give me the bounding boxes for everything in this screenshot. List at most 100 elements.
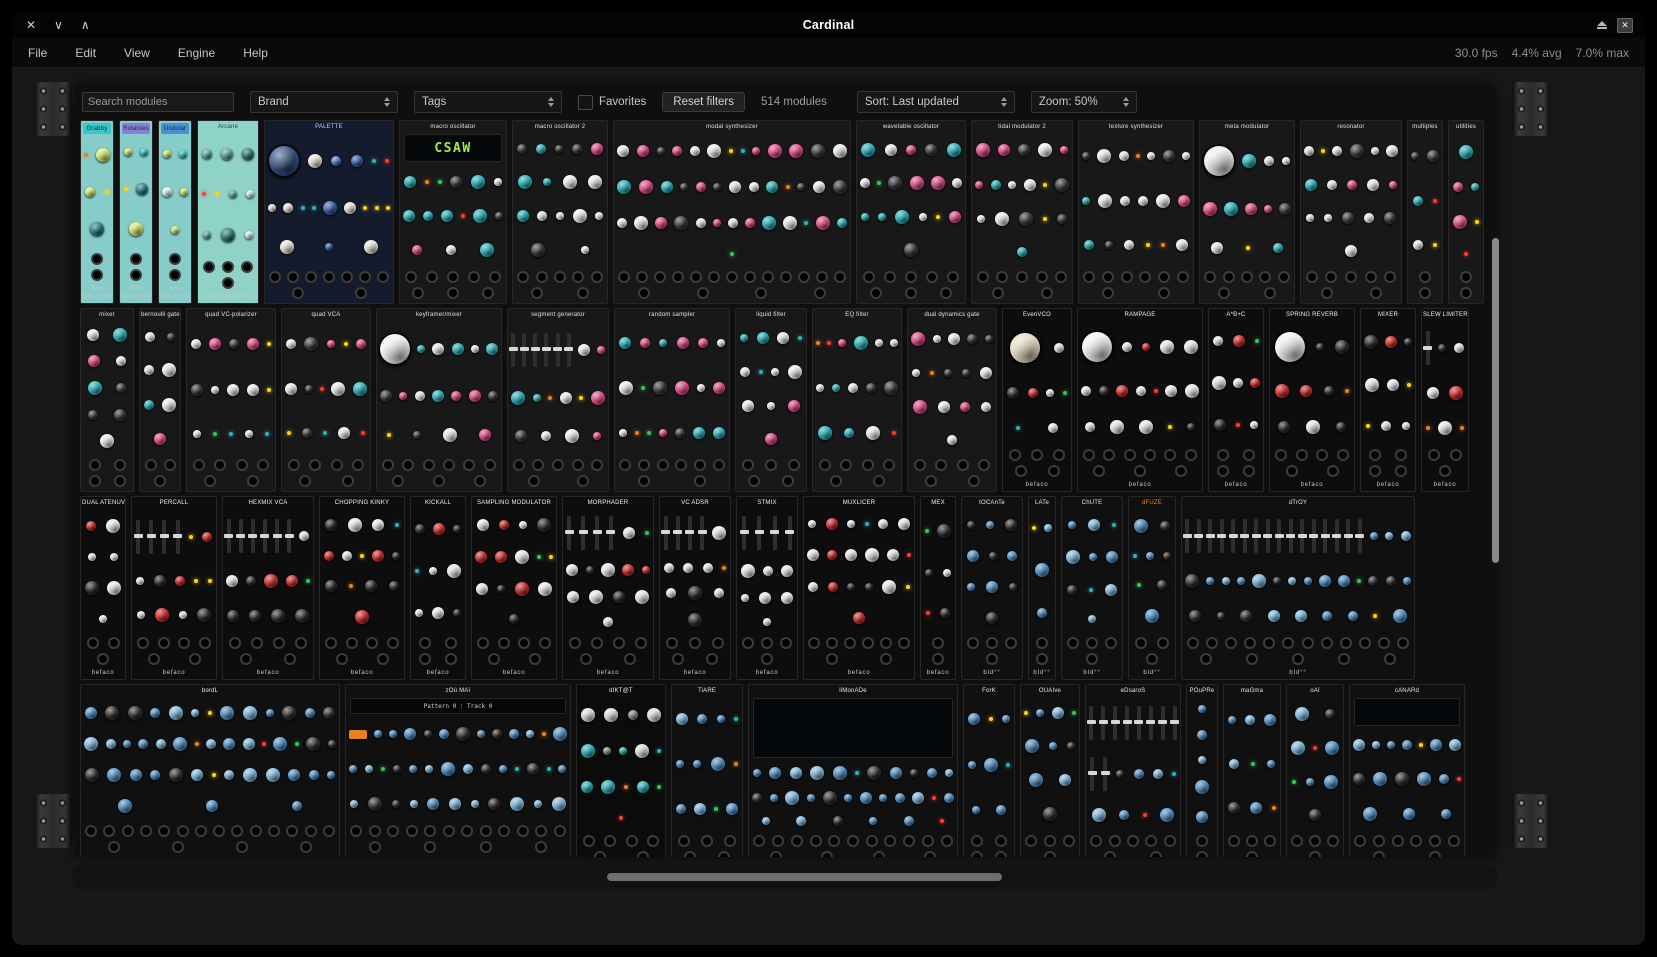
module-arcane[interactable]: ArcaneAria Salvatrice [197,120,259,304]
eject-icon[interactable] [1597,21,1607,29]
module-utilities[interactable]: utilities [1448,120,1484,304]
led [1373,614,1377,618]
module-bordl[interactable]: bordLbId°° [80,684,340,857]
port [638,475,650,487]
module-canard[interactable]: cANARd [1349,684,1465,857]
module-liquid-filter[interactable]: liquid filter [735,308,807,492]
module-rampage[interactable]: RAMPAGEbefaco [1077,308,1203,492]
knob [879,794,887,802]
module-macro-oscillator-2[interactable]: macro oscillator 2 [512,120,608,304]
module-dfuze[interactable]: dFUZEbId°° [1128,496,1176,680]
knob [790,767,802,779]
port [1200,653,1212,665]
collapse-icon[interactable]: ∨ [54,19,63,31]
module-late[interactable]: LATebId°° [1028,496,1056,680]
knob [534,800,542,808]
on-off-button[interactable] [349,730,367,739]
updown-arrows-icon [548,97,554,107]
module-quad-vca[interactable]: quad VCA [281,308,371,492]
module-a-b-c[interactable]: A*B+Cbefaco [1208,308,1264,492]
module-rotatoes[interactable]: RotatoesAria Salvatrice [119,120,153,304]
module-tocante[interactable]: tOCAnTebId°° [961,496,1023,680]
close-icon[interactable]: ✕ [26,19,36,31]
knob [698,338,708,348]
module-stmix[interactable]: STMIXbefaco [736,496,798,680]
menu-help[interactable]: Help [243,46,268,60]
module-keyframer-mixer[interactable]: keyframer/mixer [376,308,502,492]
port [423,459,435,471]
module-mex[interactable]: MEXbefaco [920,496,956,680]
module-fork[interactable]: ForK [963,684,1015,857]
module-kickall[interactable]: KICKALLbefaco [410,496,466,680]
module-magma[interactable]: maGma [1223,684,1281,857]
app-logo-icon[interactable]: ✕ [1617,18,1633,33]
knob [753,769,761,777]
brand-select[interactable]: Brand [250,91,398,113]
module-texture-synthesizer[interactable]: texture synthesizer [1078,120,1194,304]
module-percall[interactable]: PERCALLbefaco [131,496,217,680]
module-zo-ma[interactable]: zOù MAïPattern 0 : Track 0bId°° [345,684,571,857]
module-grabby[interactable]: GrabbyAria Salvatrice [80,120,114,304]
search-input[interactable] [82,92,234,112]
module-oa[interactable]: oAï [1286,684,1344,857]
module-slew-limiter[interactable]: SLEW LIMITERbefaco [1421,308,1469,492]
module-meta-modulator[interactable]: meta modulator [1199,120,1295,304]
sort-select[interactable]: Sort: Last updated [857,91,1015,113]
knob [1395,772,1409,786]
module-dual-dynamics-gate[interactable]: dual dynamics gate [907,308,997,492]
port [742,459,754,471]
module-evenvco[interactable]: EvenVCObefaco [1002,308,1072,492]
module-mixer[interactable]: MIXERbefaco [1360,308,1416,492]
module-segment-generator[interactable]: segment generator [507,308,609,492]
module-dikt-t[interactable]: dIKT@T [576,684,666,857]
module-spring-reverb[interactable]: SPRING REVERBbefaco [1269,308,1355,492]
module-random-sampler[interactable]: random sampler [614,308,730,492]
module-mixer[interactable]: mixer [80,308,134,492]
knob [885,144,897,156]
module-ouaive[interactable]: OUAIve [1020,684,1080,857]
expand-icon[interactable]: ∧ [81,19,90,31]
zoom-select[interactable]: Zoom: 50% [1031,91,1137,113]
module-tiare[interactable]: TiARE [671,684,743,857]
module-chute[interactable]: ChUTEbId°° [1061,496,1123,680]
module-vc-adsr[interactable]: VC ADSRbefaco [659,496,731,680]
menu-file[interactable]: File [28,46,47,60]
knob [399,392,407,400]
module-macro-oscillator[interactable]: macro oscillatorCSAW [399,120,507,304]
module-poupre[interactable]: POuPRe [1186,684,1218,857]
menu-view[interactable]: View [124,46,150,60]
module-dual-atenuverter[interactable]: DUAL ATENUVERTERbefaco [80,496,126,680]
knob [694,803,706,815]
module-quad-vc-polarizer[interactable]: quad VC-polarizer [186,308,276,492]
led [1236,423,1240,427]
reset-filters-button[interactable]: Reset filters [662,92,745,112]
knob [1278,421,1290,433]
menu-edit[interactable]: Edit [75,46,96,60]
module-limonade[interactable]: liMonADe [748,684,958,857]
horizontal-scrollbar-thumb[interactable] [607,873,1002,881]
module-eq-filter[interactable]: EQ filter [812,308,902,492]
module-wavetable-oscillator[interactable]: wavetable oscillator [856,120,966,304]
module-bernoulli-gate[interactable]: bernoulli gate [139,308,181,492]
module-modal-synthesizer[interactable]: modal synthesizer [613,120,851,304]
knob [350,800,358,808]
module-chopping-kinky[interactable]: CHOPPING KINKYbefaco [319,496,405,680]
module-multiples[interactable]: multiples [1407,120,1443,304]
module-morphader[interactable]: MORPHADERbefaco [562,496,654,680]
module-title: quad VCA [282,309,370,320]
module-muxlicer[interactable]: MUXLICERbefaco [803,496,915,680]
module-palette[interactable]: PALETTE [264,120,394,304]
menu-engine[interactable]: Engine [178,46,215,60]
module-brand-label: befaco [563,669,653,679]
tags-select[interactable]: Tags [414,91,562,113]
favorites-checkbox[interactable] [578,95,593,110]
module-hexmix-vca[interactable]: HEXMIX VCAbefaco [222,496,314,680]
module-resonator[interactable]: resonator [1300,120,1402,304]
module-sampling-modulator[interactable]: SAMPLING MODULATORbefaco [471,496,557,680]
module-dtroy[interactable]: dTrOYbId°° [1181,496,1415,680]
module-edsaros[interactable]: eDsaroS [1085,684,1181,857]
vertical-scrollbar-thumb[interactable] [1492,238,1499,563]
module-undular[interactable]: UndularAria Salvatrice [158,120,192,304]
module-tidal-modulator-2[interactable]: tidal modulator 2 [971,120,1073,304]
slider [1312,519,1316,553]
